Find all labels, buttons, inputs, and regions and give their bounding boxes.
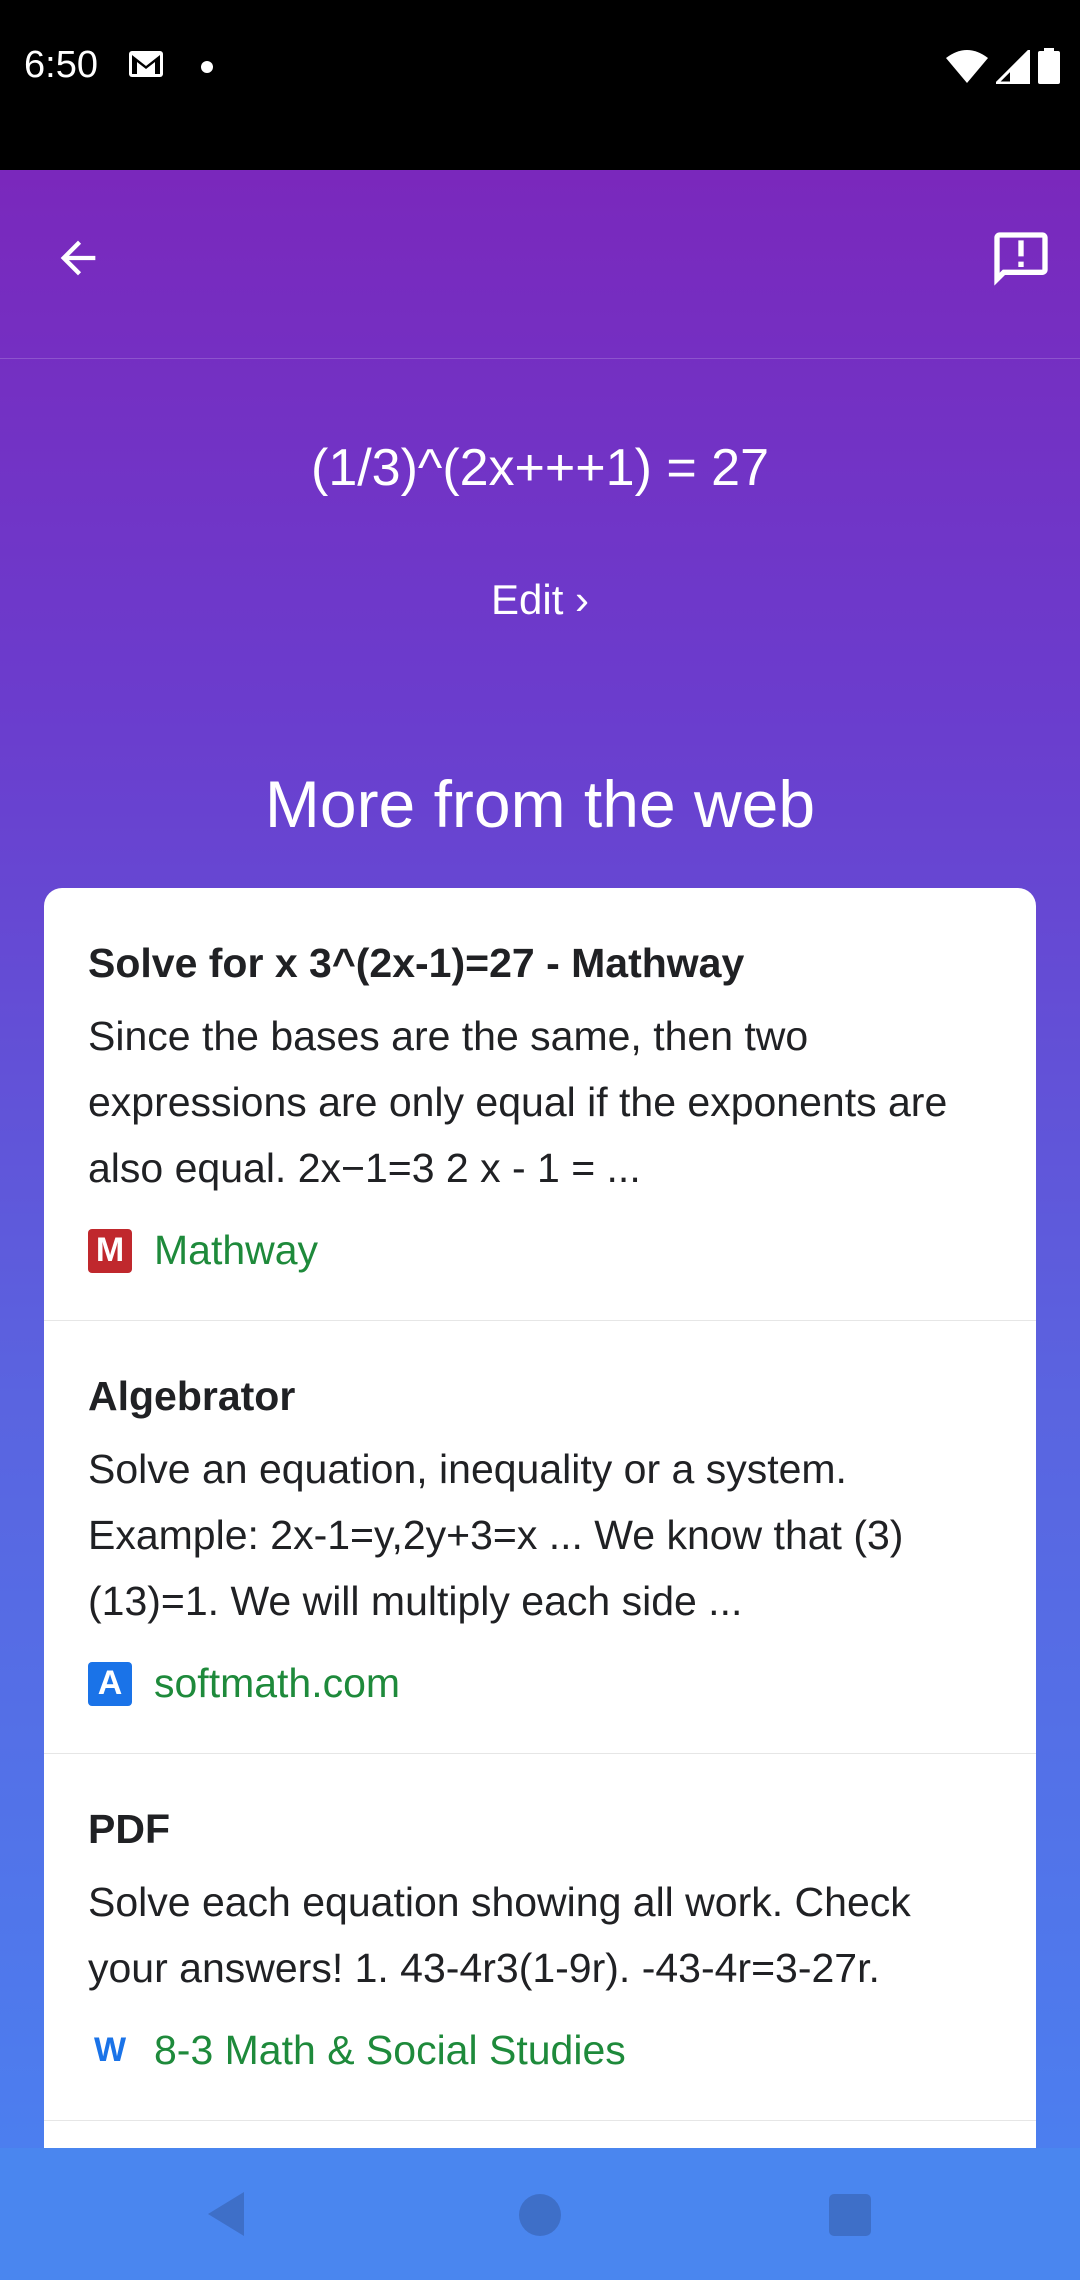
feedback-button[interactable] [976,214,1066,304]
result-snippet: Since the bases are the same, then two e… [88,1013,948,1191]
result-snippet: Solve an equation, inequality or a syste… [88,1446,904,1624]
app-bar [0,170,1080,359]
result-snippet: Solve each equation showing all work. Ch… [88,1879,911,1991]
status-time: 6:50 [24,44,98,86]
signal-icon [996,50,1030,84]
status-bar: 6:50 [0,0,1080,170]
wifi-icon [946,50,988,83]
result-item[interactable]: Solve for x 3^(2x-1)=27 - Mathway Since … [44,888,1036,1321]
battery-icon [1038,48,1060,84]
nav-recents-icon[interactable] [829,2194,871,2236]
source-name[interactable]: Mathway [154,1227,318,1274]
navigation-bar [0,2148,1080,2280]
web-results-card: Solve for x 3^(2x-1)=27 - Mathway Since … [44,888,1036,2148]
query-equation: (1/3)^(2x+++1) = 27 [311,439,769,497]
gmail-icon [129,51,163,77]
section-title: More from the web [264,767,816,841]
weebly-logo-icon: W [88,2028,132,2073]
back-button[interactable] [40,220,116,296]
source-name[interactable]: softmath.com [154,1660,400,1707]
arrow-back-icon [60,240,96,276]
nav-home-icon[interactable] [519,2194,561,2236]
notification-dot-icon [201,61,213,73]
result-source[interactable]: M Mathway [88,1227,992,1320]
result-title[interactable]: Algebrator [88,1373,992,1420]
status-icons [946,48,1060,84]
result-item[interactable]: Algebrator Solve an equation, inequality… [44,1321,1036,1754]
result-item[interactable]: PDF Solve each equation showing all work… [44,1754,1036,2121]
edit-button[interactable]: Edit › [0,576,1080,624]
softmath-logo-icon: A [88,1661,132,1706]
mathway-logo-icon: M [88,1228,132,1273]
result-title[interactable]: PDF [88,1806,992,1853]
nav-back-icon[interactable] [208,2192,246,2236]
feedback-icon [994,232,1048,286]
result-title[interactable]: Solve for x 3^(2x-1)=27 - Mathway [88,940,992,987]
result-source[interactable]: A softmath.com [88,1660,992,1753]
source-name[interactable]: 8-3 Math & Social Studies [154,2027,626,2074]
result-source[interactable]: W 8-3 Math & Social Studies [88,2027,992,2120]
